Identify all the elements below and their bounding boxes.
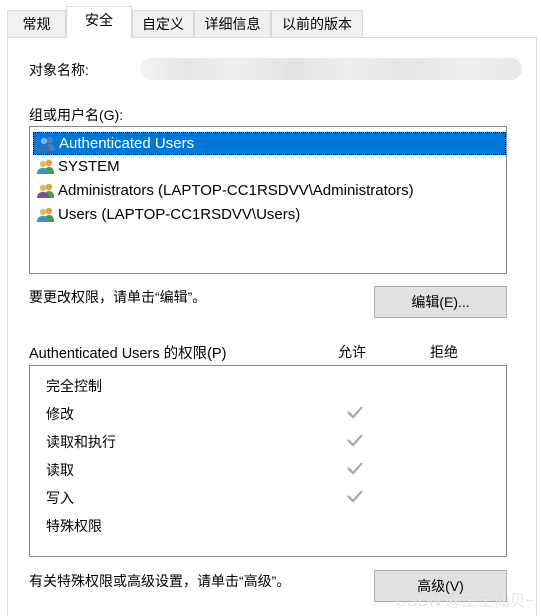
permissions-list[interactable]: 完全控制 修改 读取和执行 读取 写入 特殊权限	[29, 365, 507, 557]
tab-general[interactable]: 常规	[7, 10, 66, 37]
groups-listbox[interactable]: Authenticated Users SYSTEM Administrator…	[29, 126, 507, 274]
group-item-label: Administrators (LAPTOP-CC1RSDVV\Administ…	[58, 182, 414, 199]
users-icon	[37, 183, 54, 198]
group-item-label: Authenticated Users	[59, 135, 195, 152]
tab-previous-versions[interactable]: 以前的版本	[271, 10, 363, 37]
object-name-value-redacted	[140, 58, 522, 80]
tab-custom[interactable]: 自定义	[132, 10, 194, 37]
permission-row-full-control: 完全控制	[30, 372, 506, 400]
group-item-authenticated-users[interactable]: Authenticated Users	[33, 132, 506, 155]
tab-bar: 常规 安全 自定义 详细信息 以前的版本	[0, 0, 541, 38]
edit-button[interactable]: 编辑(E)...	[374, 286, 507, 318]
permission-name: 读取	[46, 462, 74, 478]
allow-column-header: 允许	[338, 344, 366, 360]
groups-label: 组或用户名(G):	[29, 107, 124, 123]
permission-name: 修改	[46, 406, 74, 422]
group-item-users[interactable]: Users (LAPTOP-CC1RSDVV\Users)	[33, 204, 506, 227]
object-name-label: 对象名称:	[29, 62, 89, 78]
permission-name: 读取和执行	[46, 434, 116, 450]
group-item-label: Users (LAPTOP-CC1RSDVV\Users)	[58, 206, 301, 223]
users-icon	[37, 159, 54, 174]
tab-details-label: 详细信息	[204, 16, 261, 32]
checkmark-icon	[347, 434, 363, 447]
users-icon	[37, 207, 54, 222]
tab-details[interactable]: 详细信息	[194, 10, 271, 37]
permission-row-special: 特殊权限	[30, 512, 506, 540]
permission-name: 写入	[46, 490, 74, 506]
permissions-title: Authenticated Users 的权限(P)	[29, 346, 227, 362]
checkmark-icon	[347, 490, 363, 503]
watermark: CSDN @王王仙贝~	[395, 593, 535, 610]
permission-name: 完全控制	[46, 378, 102, 394]
permission-row-modify: 修改	[30, 400, 506, 428]
tab-general-label: 常规	[22, 16, 51, 32]
checkmark-icon	[347, 462, 363, 475]
group-item-administrators[interactable]: Administrators (LAPTOP-CC1RSDVV\Administ…	[33, 180, 506, 203]
deny-column-header: 拒绝	[430, 344, 458, 360]
tab-security-label: 安全	[85, 12, 113, 28]
permission-row-write: 写入	[30, 484, 506, 512]
group-item-label: SYSTEM	[58, 158, 120, 175]
tab-security[interactable]: 安全	[66, 6, 132, 38]
permission-row-read-execute: 读取和执行	[30, 428, 506, 456]
advanced-hint: 有关特殊权限或高级设置，请单击“高级”。	[29, 573, 291, 589]
checkmark-icon	[347, 406, 363, 419]
edit-hint: 要更改权限，请单击“编辑”。	[29, 289, 207, 305]
group-item-system[interactable]: SYSTEM	[33, 156, 506, 179]
users-icon	[38, 136, 55, 151]
tab-custom-label: 自定义	[142, 16, 184, 32]
permission-row-read: 读取	[30, 456, 506, 484]
tab-previous-versions-label: 以前的版本	[282, 16, 352, 32]
permission-name: 特殊权限	[46, 518, 102, 534]
